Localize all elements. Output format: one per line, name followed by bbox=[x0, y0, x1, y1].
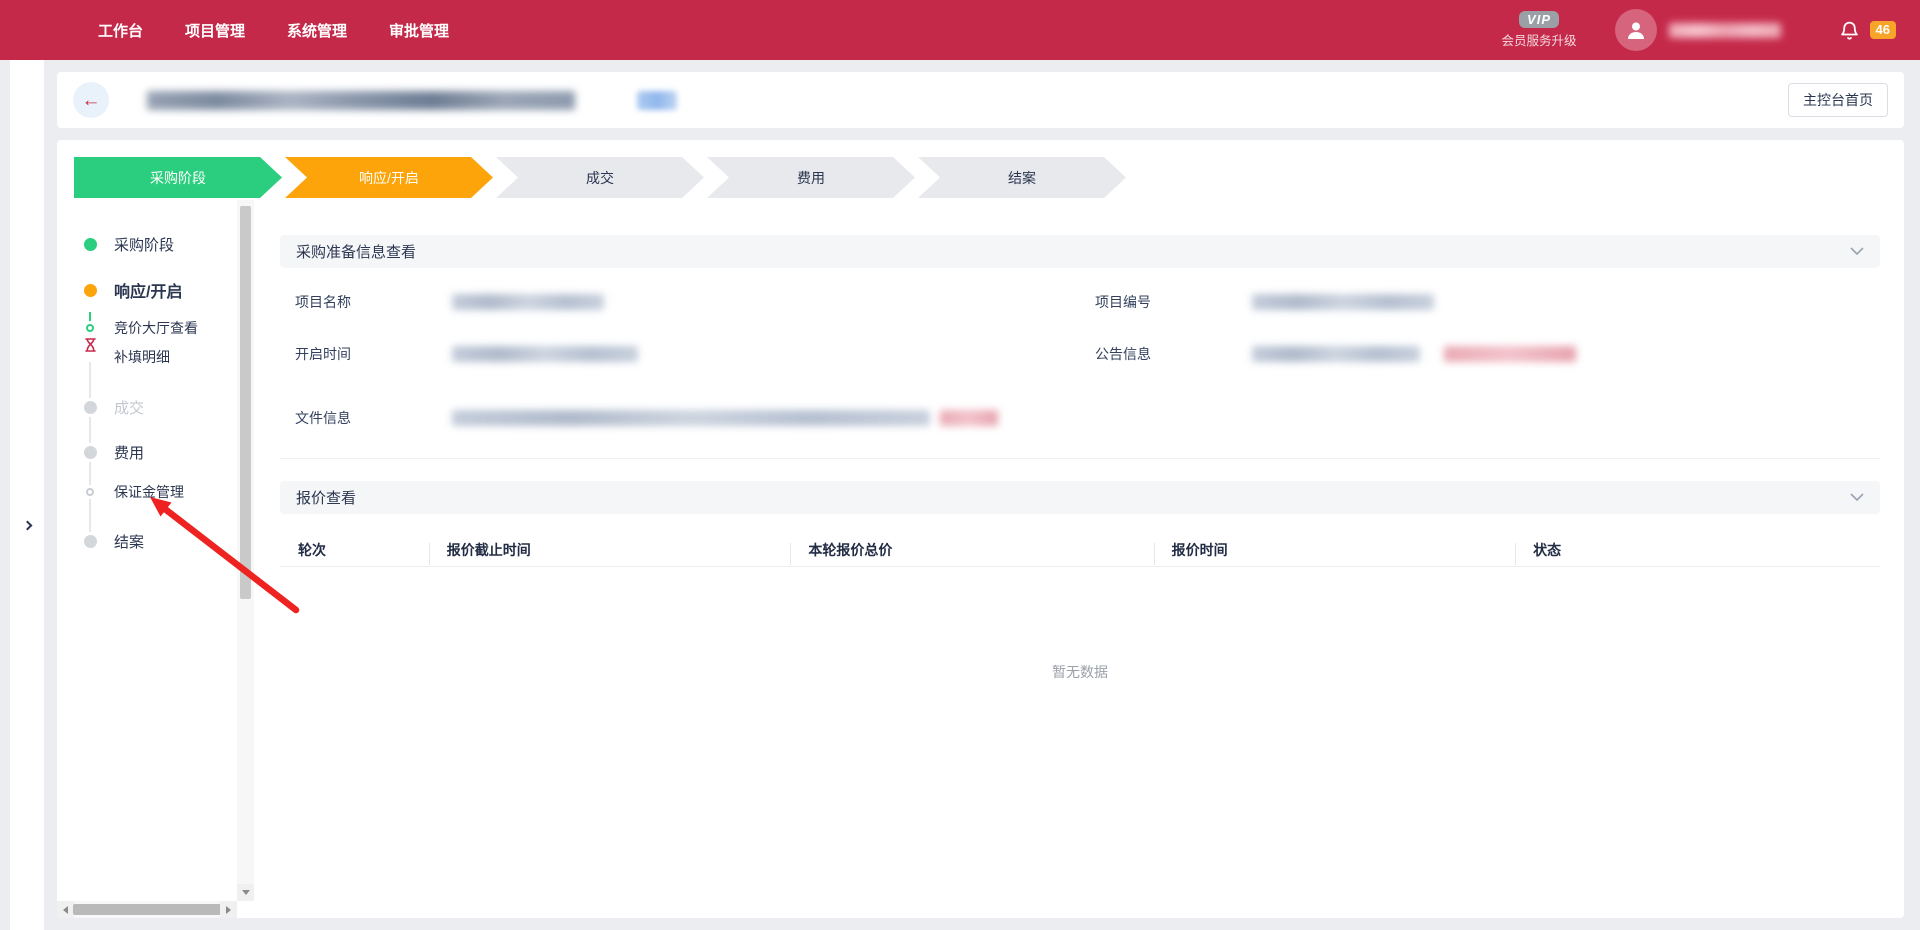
scroll-down-button[interactable] bbox=[237, 884, 254, 901]
ring-green-icon bbox=[86, 324, 94, 332]
triangle-left-icon bbox=[63, 906, 68, 914]
field-project-name: 项目名称 bbox=[280, 276, 1080, 328]
back-button[interactable]: ← bbox=[73, 82, 109, 118]
scroll-left-button[interactable] bbox=[57, 901, 74, 918]
ring-gray-icon bbox=[86, 488, 94, 496]
console-home-button[interactable]: 主控台首页 bbox=[1788, 83, 1888, 117]
user-avatar[interactable] bbox=[1615, 9, 1657, 51]
sidebar-item-label: 采购阶段 bbox=[114, 234, 174, 255]
step-deal[interactable]: 成交 bbox=[496, 157, 704, 198]
vip-caption: 会员服务升级 bbox=[1502, 30, 1577, 49]
nav-item-workbench[interactable]: 工作台 bbox=[98, 20, 143, 41]
chevron-down-icon bbox=[1850, 247, 1864, 256]
field-value-blur bbox=[452, 294, 604, 310]
field-row: 开启时间 公告信息 bbox=[280, 328, 1880, 380]
field-label: 项目名称 bbox=[280, 292, 452, 312]
dot-orange-icon bbox=[84, 284, 97, 297]
file-link-blur[interactable] bbox=[940, 410, 998, 426]
field-label: 项目编号 bbox=[1080, 292, 1252, 312]
main-content: 采购准备信息查看 项目名称 项目编号 开启时间 公告信息 bbox=[280, 235, 1880, 682]
topbar-right: VIP 会员服务升级 46 bbox=[1502, 0, 1920, 60]
prep-section-title: 采购准备信息查看 bbox=[296, 241, 416, 262]
panel-expander[interactable] bbox=[10, 60, 44, 930]
page-title-blur bbox=[147, 91, 575, 110]
sidebar-item-label: 补填明细 bbox=[114, 347, 170, 367]
sidebar-vertical-scrollbar[interactable] bbox=[237, 200, 254, 901]
field-label: 文件信息 bbox=[280, 408, 452, 428]
announcement-link-blur[interactable] bbox=[1444, 346, 1576, 362]
step-fee[interactable]: 费用 bbox=[707, 157, 915, 198]
page-header: ← 主控台首页 bbox=[57, 72, 1904, 128]
dot-green-icon bbox=[84, 238, 97, 251]
phase-steps: 采购阶段 响应/开启 成交 费用 结案 bbox=[74, 157, 1129, 198]
sidebar-item-label: 费用 bbox=[114, 442, 144, 463]
dot-gray-icon bbox=[84, 401, 97, 414]
sidebar-item-label: 保证金管理 bbox=[114, 482, 184, 502]
column-header-quote-deadline: 报价截止时间 bbox=[429, 540, 791, 560]
vip-upgrade[interactable]: VIP 会员服务升级 bbox=[1502, 11, 1577, 49]
field-open-time: 开启时间 bbox=[280, 328, 1080, 380]
chevron-right-icon bbox=[22, 520, 32, 530]
quote-section-header[interactable]: 报价查看 bbox=[280, 481, 1880, 514]
step-response-open[interactable]: 响应/开启 bbox=[285, 157, 493, 198]
sidebar-item-label: 成交 bbox=[114, 397, 144, 418]
collapse-toggle[interactable] bbox=[1850, 493, 1864, 502]
quote-section-title: 报价查看 bbox=[296, 487, 356, 508]
field-announcement-info: 公告信息 bbox=[1080, 328, 1880, 380]
nav-item-project-management[interactable]: 项目管理 bbox=[185, 20, 245, 41]
field-value-blur bbox=[1252, 346, 1420, 362]
field-value-blur bbox=[452, 346, 638, 362]
topbar: 工作台 项目管理 系统管理 审批管理 VIP 会员服务升级 46 bbox=[0, 0, 1920, 60]
triangle-down-icon bbox=[242, 890, 250, 895]
empty-state-text: 暂无数据 bbox=[280, 662, 1880, 682]
field-row: 项目名称 项目编号 bbox=[280, 268, 1880, 328]
step-close[interactable]: 结案 bbox=[918, 157, 1126, 198]
column-header-quote-time: 报价时间 bbox=[1154, 540, 1516, 560]
nav-item-system-management[interactable]: 系统管理 bbox=[287, 20, 347, 41]
status-tag-blur bbox=[637, 91, 677, 110]
bell-icon bbox=[1839, 19, 1860, 42]
main-card: 采购阶段 响应/开启 成交 费用 结案 采购阶段 响应/开启 竞价大厅查看 补填 bbox=[57, 140, 1904, 918]
quote-table-header: 轮次 报价截止时间 本轮报价总价 报价时间 状态 bbox=[280, 534, 1880, 567]
hourglass-icon bbox=[83, 337, 98, 358]
triangle-right-icon bbox=[226, 906, 231, 914]
scroll-right-button[interactable] bbox=[220, 901, 237, 918]
column-header-status: 状态 bbox=[1515, 540, 1880, 560]
field-label: 公告信息 bbox=[1080, 344, 1252, 364]
prep-section-header[interactable]: 采购准备信息查看 bbox=[280, 235, 1880, 268]
notifications[interactable]: 46 bbox=[1839, 19, 1920, 42]
main-nav: 工作台 项目管理 系统管理 审批管理 bbox=[0, 20, 449, 41]
process-sidebar: 采购阶段 响应/开启 竞价大厅查看 补填明细 成交 费用 bbox=[57, 200, 254, 918]
field-label: 开启时间 bbox=[280, 344, 452, 364]
field-project-number: 项目编号 bbox=[1080, 276, 1880, 328]
person-icon bbox=[1624, 18, 1648, 42]
scrollbar-thumb[interactable] bbox=[73, 904, 221, 915]
field-file-info: 文件信息 bbox=[280, 392, 1880, 444]
section-divider bbox=[280, 458, 1880, 459]
column-header-round-total: 本轮报价总价 bbox=[790, 540, 1153, 560]
username-blur[interactable] bbox=[1669, 23, 1781, 38]
back-arrow-icon: ← bbox=[82, 91, 101, 110]
field-row: 文件信息 bbox=[280, 392, 1880, 444]
notification-count-badge: 46 bbox=[1870, 21, 1896, 39]
sidebar-item-label: 响应/开启 bbox=[114, 278, 182, 302]
nav-item-approval-management[interactable]: 审批管理 bbox=[389, 20, 449, 41]
column-header-round: 轮次 bbox=[280, 540, 429, 560]
field-value-blur bbox=[1252, 294, 1434, 310]
vip-icon: VIP bbox=[1519, 11, 1559, 28]
dot-gray-icon bbox=[84, 446, 97, 459]
dot-gray-icon bbox=[84, 535, 97, 548]
chevron-down-icon bbox=[1850, 493, 1864, 502]
sidebar-horizontal-scrollbar[interactable] bbox=[57, 901, 237, 918]
step-procurement-phase[interactable]: 采购阶段 bbox=[74, 157, 282, 198]
sidebar-item-label: 结案 bbox=[114, 531, 144, 552]
sidebar-item-label: 竞价大厅查看 bbox=[114, 318, 198, 338]
collapse-toggle[interactable] bbox=[1850, 247, 1864, 256]
scrollbar-thumb[interactable] bbox=[240, 206, 251, 599]
field-value-blur bbox=[452, 410, 930, 426]
